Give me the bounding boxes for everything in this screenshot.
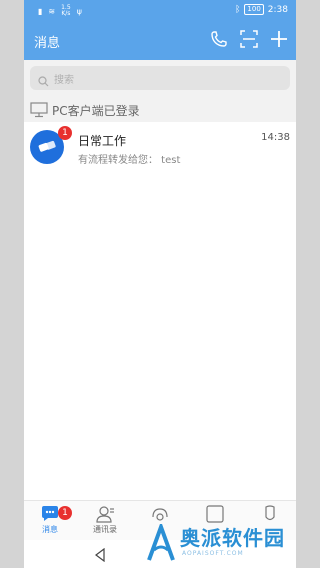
- search-bar: 搜索: [24, 60, 296, 98]
- tab-messages[interactable]: 消息 1: [28, 505, 72, 541]
- phone-icon[interactable]: [210, 30, 228, 48]
- usb-icon: ψ: [76, 6, 82, 16]
- status-left: ▮ ≋ 1.5 K/s ψ: [38, 5, 82, 17]
- add-icon[interactable]: [270, 30, 288, 48]
- battery-indicator: 100: [244, 4, 264, 15]
- chat-preview: 有流程转发给您： test: [78, 155, 181, 166]
- page-title: 消息: [34, 36, 61, 51]
- search-placeholder: 搜索: [54, 75, 74, 86]
- speed-unit: K/s: [61, 10, 71, 17]
- search-icon: [38, 72, 49, 91]
- watermark-url: AOPAISOFT.COM: [182, 550, 244, 557]
- tab-unread-badge: 1: [58, 506, 72, 520]
- phone-screen: ▮ ≋ 1.5 K/s ψ ᛒ 100 2:38 消息 搜索 PC客户端已登录 …: [24, 0, 296, 568]
- workbench-icon: [152, 508, 168, 521]
- chat-title: 日常工作: [78, 134, 127, 148]
- header-actions: [210, 30, 288, 48]
- watermark: 奥派软件园 AOPAISOFT.COM: [146, 521, 316, 566]
- me-icon: [265, 505, 275, 521]
- watermark-logo-icon: [146, 521, 176, 566]
- wifi-icon: ≋: [48, 6, 56, 16]
- status-right: ᛒ 100 2:38: [235, 4, 288, 15]
- back-icon[interactable]: [94, 547, 106, 566]
- app-header: 消息: [24, 22, 296, 60]
- message-icon: [42, 506, 58, 521]
- workflow-icon: [38, 140, 56, 152]
- tab-label: 消息: [42, 525, 58, 534]
- scan-icon[interactable]: [240, 30, 258, 48]
- bluetooth-icon: ᛒ: [235, 4, 241, 15]
- pc-login-notice[interactable]: PC客户端已登录: [24, 98, 296, 123]
- monitor-icon: [30, 102, 48, 122]
- chat-time: 14:38: [261, 132, 290, 143]
- tab-contacts[interactable]: 通讯录: [83, 505, 127, 541]
- contacts-icon: [96, 506, 114, 523]
- sim-icon: ▮: [38, 6, 43, 16]
- status-time: 2:38: [267, 4, 288, 15]
- search-input[interactable]: 搜索: [30, 66, 290, 90]
- unread-badge: 1: [58, 126, 72, 140]
- app-icon: [206, 505, 224, 523]
- watermark-text: 奥派软件园: [180, 526, 285, 550]
- tab-label: 通讯录: [93, 525, 117, 534]
- status-bar: ▮ ≋ 1.5 K/s ψ ᛒ 100 2:38: [24, 0, 296, 22]
- network-speed: 1.5 K/s: [61, 5, 71, 17]
- list-item[interactable]: 1 日常工作 有流程转发给您： test 14:38: [24, 122, 296, 172]
- pc-login-text: PC客户端已登录: [52, 104, 140, 118]
